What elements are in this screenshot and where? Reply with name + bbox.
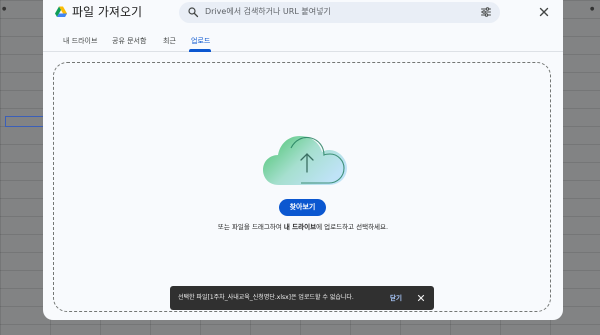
drop-hint-prefix: 또는 파일을 드래그하여 <box>217 223 284 231</box>
tab-my-drive[interactable]: 내 드라이브 <box>63 36 97 46</box>
search-input[interactable]: Drive에서 검색하거나 URL 붙여넣기 <box>205 5 331 19</box>
drop-hint-destination: 내 드라이브 <box>283 223 317 231</box>
snackbar-dismiss-button[interactable]: 닫기 <box>390 293 402 303</box>
sheet-scroll-marker: ● <box>2 6 7 12</box>
google-drive-icon <box>55 6 67 17</box>
import-file-dialog: 파일 가져오기 Drive에서 검색하거나 URL 붙여넣기 내 드라이브 공유… <box>43 0 563 320</box>
tab-shared-with-me[interactable]: 공유 문서함 <box>112 36 146 46</box>
source-tabs: 내 드라이브 공유 문서함 최근 업로드 <box>43 30 563 52</box>
dialog-title: 파일 가져오기 <box>72 5 143 19</box>
search-icon <box>188 7 199 18</box>
search-bar[interactable]: Drive에서 검색하거나 URL 붙여넣기 <box>179 2 500 23</box>
active-tab-indicator <box>189 49 211 52</box>
sheet-scroll-marker-right: ● <box>590 6 595 12</box>
tab-recent[interactable]: 최근 <box>163 36 176 46</box>
cloud-upload-icon <box>263 136 347 185</box>
close-icon[interactable] <box>416 293 426 303</box>
snackbar-message: 선택한 파일[1주차_사내교육_신청명단.xlsx]은 업로드할 수 없습니다. <box>178 294 354 301</box>
browse-button[interactable]: 찾아보기 <box>279 199 326 216</box>
close-icon[interactable] <box>537 5 551 19</box>
dialog-header: 파일 가져오기 Drive에서 검색하거나 URL 붙여넣기 <box>43 0 563 28</box>
drop-hint-text: 또는 파일을 드래그하여 내 드라이브에 업로드하고 선택하세요. <box>43 223 563 232</box>
error-snackbar: 선택한 파일[1주차_사내교육_신청명단.xlsx]은 업로드할 수 없습니다.… <box>170 286 434 310</box>
upload-drop-zone[interactable] <box>53 62 551 312</box>
drop-hint-suffix: 에 업로드하고 선택하세요. <box>316 223 389 231</box>
tune-icon[interactable] <box>480 6 492 18</box>
tab-upload[interactable]: 업로드 <box>191 36 210 46</box>
